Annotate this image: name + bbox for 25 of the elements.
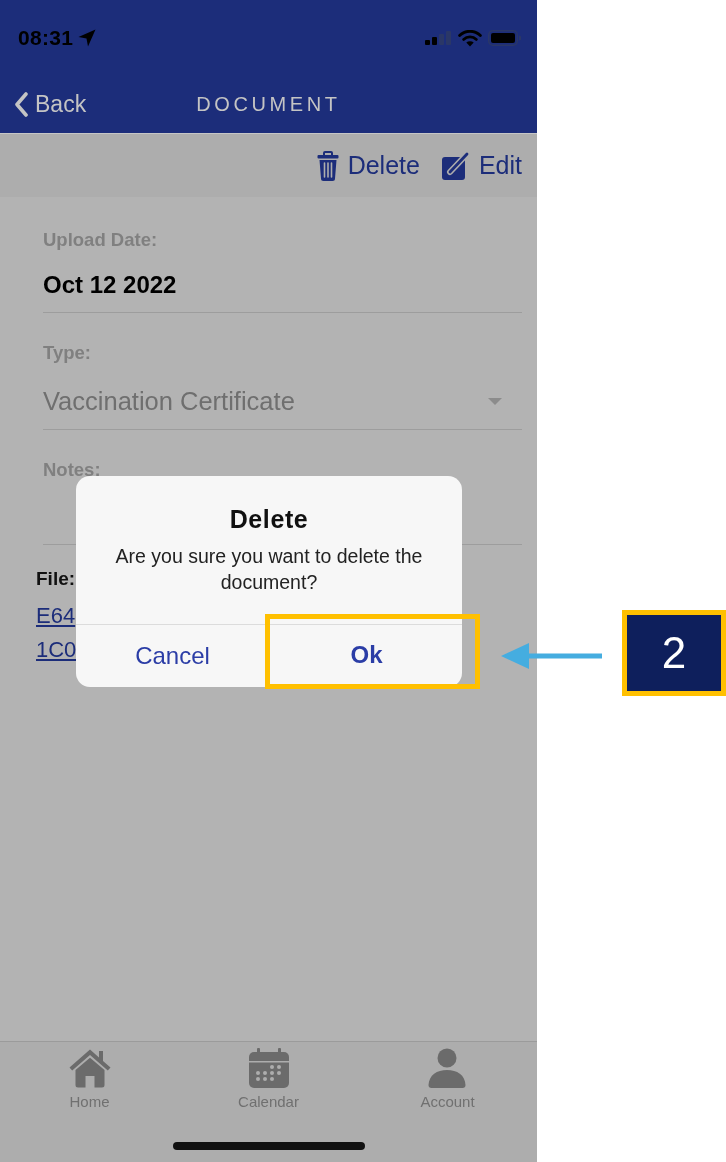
back-button[interactable]: Back — [14, 91, 87, 118]
signal-icon — [425, 31, 452, 45]
edit-icon — [441, 151, 470, 180]
trash-icon — [316, 150, 339, 181]
house-icon — [68, 1048, 111, 1088]
file-link[interactable]: E64 — [36, 599, 76, 633]
edit-button[interactable]: Edit — [441, 151, 522, 180]
ok-button[interactable]: Ok — [270, 625, 463, 684]
delete-button[interactable]: Delete — [316, 150, 420, 181]
calendar-icon — [248, 1048, 289, 1088]
file-link[interactable]: 1C0 — [36, 633, 77, 667]
wifi-icon — [458, 29, 482, 47]
person-icon — [428, 1048, 467, 1088]
caret-icon — [488, 397, 502, 405]
dialog-title: Delete — [229, 506, 309, 532]
status-time: 08:31 — [18, 26, 74, 50]
step-number-badge: 2 — [622, 610, 726, 696]
screen-title: DOCUMENT — [196, 93, 341, 116]
file-label: File: — [36, 569, 76, 589]
battery-icon — [488, 30, 521, 46]
navigation-arrow-icon — [78, 29, 97, 47]
cancel-button[interactable]: Cancel — [76, 625, 269, 687]
text-field[interactable]: Oct 12 2022 — [43, 250, 522, 313]
chevron-left-icon — [14, 92, 28, 117]
dialog-message: Are you sure you want to delete the document? — [114, 544, 424, 595]
